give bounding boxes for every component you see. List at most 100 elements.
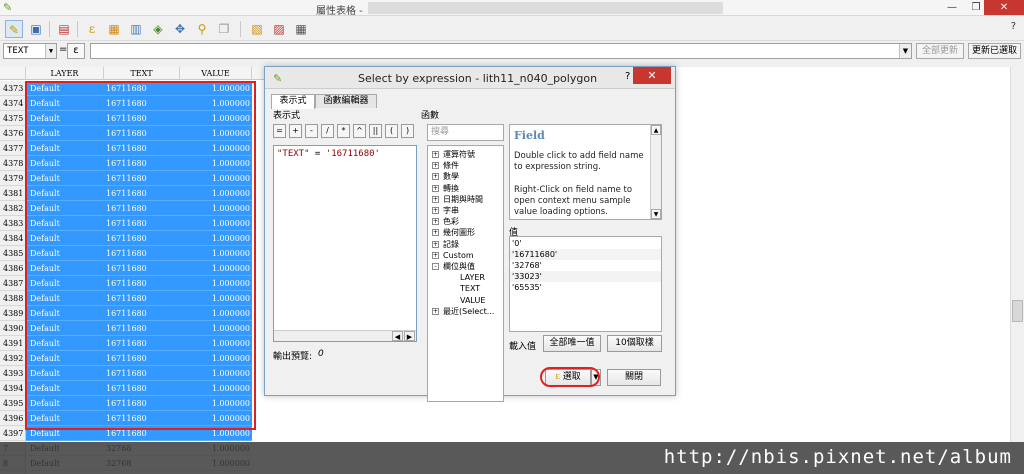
cell-text[interactable]: 16711680	[104, 201, 180, 216]
tree-item[interactable]: + 字串	[432, 205, 459, 216]
cell-value[interactable]: 1.000000	[180, 186, 252, 201]
row-number[interactable]: 4395	[0, 396, 26, 411]
value-item[interactable]: '65535'	[510, 282, 661, 293]
cell-layer[interactable]: Default	[26, 306, 104, 321]
operator-equals-button[interactable]: =	[273, 124, 286, 138]
row-number[interactable]: 4381	[0, 186, 26, 201]
cell-text[interactable]: 16711680	[104, 411, 180, 426]
operator-minus-button[interactable]: -	[305, 124, 318, 138]
table-row[interactable]: 4390 Default 16711680 1.000000	[0, 321, 264, 336]
update-all-button[interactable]: 全部更新	[916, 43, 964, 59]
row-number[interactable]: 4387	[0, 276, 26, 291]
cell-text[interactable]: 16711680	[104, 261, 180, 276]
expand-icon[interactable]: +	[432, 195, 439, 203]
expand-icon[interactable]: +	[432, 251, 439, 259]
value-item[interactable]: '32768'	[510, 260, 661, 271]
cell-layer[interactable]: Default	[26, 351, 104, 366]
cell-value[interactable]: 1.000000	[180, 171, 252, 186]
help-scrollbar[interactable]: ▲ ▼	[650, 125, 661, 219]
expression-button[interactable]: ε	[67, 43, 85, 59]
cell-text[interactable]: 16711680	[104, 171, 180, 186]
cell-text[interactable]: 16711680	[104, 96, 180, 111]
cell-value[interactable]: 1.000000	[180, 426, 252, 441]
tree-item[interactable]: - 欄位與值	[432, 261, 475, 272]
row-number[interactable]: 4378	[0, 156, 26, 171]
vertical-scrollbar[interactable]	[1010, 67, 1024, 442]
row-number[interactable]: 4382	[0, 201, 26, 216]
cell-layer[interactable]: Default	[26, 336, 104, 351]
operator-power-button[interactable]: ^	[353, 124, 366, 138]
cell-value[interactable]: 1.000000	[180, 276, 252, 291]
tree-item[interactable]: + Custom	[432, 250, 474, 261]
cell-layer[interactable]: Default	[26, 111, 104, 126]
table-row[interactable]: 4376 Default 16711680 1.000000	[0, 126, 264, 141]
cell-text[interactable]: 16711680	[104, 156, 180, 171]
tree-item[interactable]: TEXT	[448, 283, 480, 294]
row-number[interactable]: 4384	[0, 231, 26, 246]
cell-value[interactable]: 1.000000	[180, 336, 252, 351]
cell-value[interactable]: 1.000000	[180, 111, 252, 126]
cell-value[interactable]: 1.000000	[180, 291, 252, 306]
row-number[interactable]: 4373	[0, 81, 26, 96]
row-number[interactable]: 4374	[0, 96, 26, 111]
row-number[interactable]: 4392	[0, 351, 26, 366]
tree-item[interactable]: + 運算符號	[432, 149, 475, 160]
table-row[interactable]: 4384 Default 16711680 1.000000	[0, 231, 264, 246]
tab-expression[interactable]: 表示式	[271, 94, 315, 109]
cell-value[interactable]: 1.000000	[180, 246, 252, 261]
cell-text[interactable]: 16711680	[104, 396, 180, 411]
operator-divide-button[interactable]: /	[321, 124, 334, 138]
function-search-input[interactable]: 搜尋	[427, 124, 504, 141]
cell-text[interactable]: 16711680	[104, 321, 180, 336]
table-row[interactable]: 4383 Default 16711680 1.000000	[0, 216, 264, 231]
cell-value[interactable]: 1.000000	[180, 141, 252, 156]
row-number[interactable]: 4397	[0, 426, 26, 441]
collapse-icon[interactable]: -	[432, 263, 439, 270]
cell-text[interactable]: 16711680	[104, 336, 180, 351]
scrollbar-thumb[interactable]	[1012, 300, 1023, 322]
cell-value[interactable]: 1.000000	[180, 306, 252, 321]
tree-item[interactable]: + 日期與時間	[432, 194, 483, 205]
cell-layer[interactable]: Default	[26, 231, 104, 246]
scroll-down-icon[interactable]: ▼	[651, 209, 661, 219]
tree-item[interactable]: + 記錄	[432, 239, 459, 250]
expand-icon[interactable]: +	[432, 240, 439, 248]
horizontal-scrollbar[interactable]: ◀ ▶	[274, 330, 416, 341]
cell-value[interactable]: 1.000000	[180, 396, 252, 411]
cell-text[interactable]: 16711680	[104, 351, 180, 366]
expand-icon[interactable]: +	[432, 173, 439, 181]
calc-expression-input[interactable]: ▼	[90, 43, 912, 59]
cell-layer[interactable]: Default	[26, 411, 104, 426]
row-number[interactable]: 4377	[0, 141, 26, 156]
table-row[interactable]: 4397 Default 16711680 1.000000	[0, 426, 264, 441]
invert-selection-icon[interactable]: ▥	[127, 20, 145, 38]
expand-icon[interactable]: +	[432, 229, 439, 237]
cell-layer[interactable]: Default	[26, 171, 104, 186]
cell-layer[interactable]: Default	[26, 96, 104, 111]
table-row[interactable]: 4389 Default 16711680 1.000000	[0, 306, 264, 321]
scroll-up-icon[interactable]: ▲	[651, 125, 661, 135]
minimize-button[interactable]: —	[940, 0, 964, 15]
cell-text[interactable]: 16711680	[104, 366, 180, 381]
row-number[interactable]: 4388	[0, 291, 26, 306]
table-row[interactable]: 4373 Default 16711680 1.000000	[0, 81, 264, 96]
cell-text[interactable]: 16711680	[104, 231, 180, 246]
cell-layer[interactable]: Default	[26, 366, 104, 381]
expand-icon[interactable]: +	[432, 207, 439, 214]
cell-value[interactable]: 1.000000	[180, 231, 252, 246]
cell-value[interactable]: 1.000000	[180, 81, 252, 96]
operator-close-paren-button[interactable]: )	[401, 124, 414, 138]
row-number[interactable]: 4376	[0, 126, 26, 141]
cell-text[interactable]: 16711680	[104, 276, 180, 291]
cell-text[interactable]: 16711680	[104, 246, 180, 261]
close-button[interactable]: ✕	[984, 0, 1024, 15]
cell-text[interactable]: 16711680	[104, 291, 180, 306]
table-row[interactable]: 4385 Default 16711680 1.000000	[0, 246, 264, 261]
value-item[interactable]: '33023'	[510, 271, 661, 282]
table-row[interactable]: 4391 Default 16711680 1.000000	[0, 336, 264, 351]
deselect-icon[interactable]: ▦	[105, 20, 123, 38]
expression-editor[interactable]: "TEXT" = '16711680' ◀ ▶	[273, 145, 417, 342]
cell-layer[interactable]: Default	[26, 201, 104, 216]
cell-value[interactable]: 1.000000	[180, 156, 252, 171]
tree-item[interactable]: + 色彩	[432, 216, 459, 227]
